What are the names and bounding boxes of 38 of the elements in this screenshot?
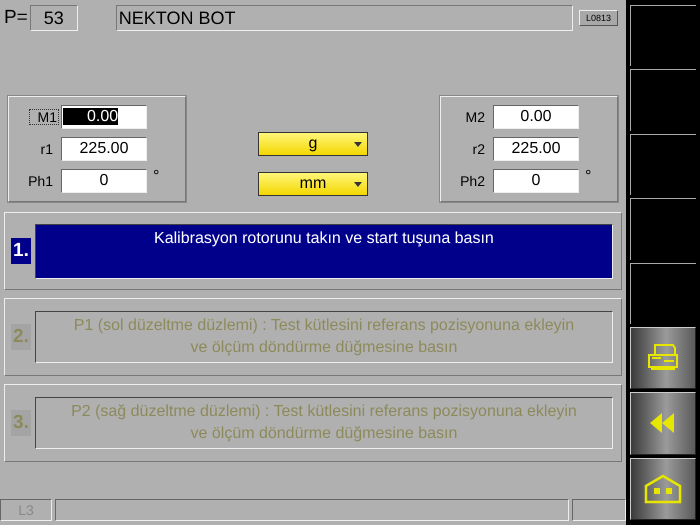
input-field[interactable]: 0 [61,169,147,193]
home-button[interactable] [630,458,696,520]
blank-softkey[interactable] [630,69,696,131]
caret-icon [352,180,364,188]
code-badge: L0813 [578,10,618,26]
unit-dropdown[interactable]: g [258,132,368,156]
blank-softkey[interactable] [630,134,696,196]
blank-softkey[interactable] [630,262,696,324]
param-label: Ph1 [27,173,54,189]
param-label: M2 [464,109,486,125]
status-panel [572,499,626,521]
param-label: r1 [40,141,54,157]
step-number: 1. [11,238,31,264]
param-label: M1 [29,109,59,125]
step-instruction: Kalibrasyon rotorunu takın ve start tuşuna basın [34,224,613,278]
unit-label: ° [585,168,592,186]
program-label: P= [4,7,28,29]
input-field[interactable]: 0 [493,169,579,193]
input-field[interactable]: 225.00 [61,137,147,161]
step-number: 2. [11,324,31,350]
input-field[interactable]: 0.00 [493,105,579,129]
rewind-button[interactable] [630,392,696,455]
rewind-icon [649,412,677,434]
printer-button[interactable] [630,326,696,390]
title-field: NEKTON BOT [116,5,573,31]
unit-label: ° [153,168,160,186]
param-label: r2 [472,141,486,157]
input-field[interactable]: 0.00 [61,105,147,129]
input-field[interactable]: 225.00 [493,137,579,161]
param-label: Ph2 [459,173,486,189]
blank-softkey[interactable] [630,5,696,66]
unit-dropdown[interactable]: mm [258,172,368,196]
program-number: 53 [30,5,78,31]
home-icon [644,474,682,504]
step-instruction: P2 (sağ düzeltme düzlemi) : Test kütlesini referans pozisyonuna ekleyin ve ölçüm döndürme düğmesine basın [34,397,613,449]
step-number: 3. [11,410,31,436]
caret-icon [352,140,364,148]
step-instruction: P1 (sol düzeltme düzlemi) : Test kütlesini referans pozisyonuna ekleyin ve ölçüm döndürme düğmesine basın [34,311,613,363]
